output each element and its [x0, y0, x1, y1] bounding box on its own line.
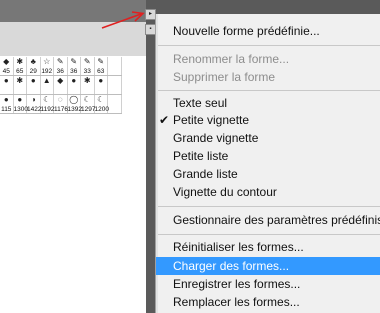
- menu-item-label: Grande liste: [173, 167, 238, 181]
- brush-thumb[interactable]: ▲: [41, 76, 54, 94]
- brush-thumb[interactable]: ☾ 1192: [41, 95, 54, 113]
- brush-thumb[interactable]: [108, 95, 122, 113]
- brush-thumb[interactable]: ✱: [14, 76, 27, 94]
- brush-thumb[interactable]: ☾ 1200: [95, 95, 109, 113]
- menu-item-large-thumbnail[interactable]: Grande vignette: [156, 129, 380, 147]
- menu-item-new-preset[interactable]: Nouvelle forme prédéfinie...: [156, 22, 380, 40]
- menu-item-large-list[interactable]: Grande liste: [156, 165, 380, 183]
- menu-separator: [158, 206, 380, 207]
- annotation-arrow: [101, 11, 145, 29]
- menu-item-reset-shapes[interactable]: Réinitialiser les formes...: [156, 238, 380, 256]
- brush-thumb[interactable]: ✎ 63: [95, 57, 108, 75]
- menu-item-load-shapes[interactable]: Charger des formes...: [156, 257, 380, 275]
- brush-thumb[interactable]: ●: [27, 76, 41, 94]
- brush-thumb[interactable]: ◯ 1392: [68, 95, 82, 113]
- menu-item-label: Texte seul: [173, 96, 228, 110]
- menu-item-save-shapes[interactable]: Enregistrer les formes...: [156, 275, 380, 293]
- brush-thumb[interactable]: ✎ 33: [81, 57, 95, 75]
- menu-item-label: Gestionnaire des paramètres prédéfinis: [173, 213, 380, 227]
- brush-thumb[interactable]: ●: [0, 76, 14, 94]
- menu-item-small-thumbnail[interactable]: ✔ Petite vignette: [156, 111, 380, 129]
- brush-thumb[interactable]: ♣ 29: [27, 57, 41, 75]
- menu-item-label: Charger des formes...: [173, 259, 290, 273]
- menu-item-small-list[interactable]: Petite liste: [156, 147, 380, 165]
- menu-item-label: Enregistrer les formes...: [173, 277, 301, 291]
- panel-blank-area: [122, 57, 146, 313]
- brush-thumb[interactable]: [108, 57, 122, 75]
- menu-separator: [158, 234, 380, 235]
- checkmark-icon: ✔: [159, 113, 170, 127]
- brush-thumb[interactable]: ✱: [81, 76, 95, 94]
- menu-item-text-only[interactable]: Texte seul: [156, 94, 380, 112]
- brush-thumb[interactable]: ✱ 65: [14, 57, 27, 75]
- brush-thumb[interactable]: ☆ 192: [41, 57, 54, 75]
- menu-item-stroke-thumbnail[interactable]: Vignette du contour: [156, 183, 380, 201]
- brush-thumb[interactable]: ◆: [54, 76, 68, 94]
- menu-item-label: Réinitialiser les formes...: [173, 240, 304, 254]
- brush-grid: ◆ 45 ✱ 65 ♣ 29 ☆ 192 ✎ 36 ✎ 36 ✎ 33 ✎ 63 ● ✱ ● ▲…: [0, 57, 122, 114]
- menu-item-label: Nouvelle forme prédéfinie...: [173, 24, 320, 38]
- brush-row: ● ✱ ● ▲ ◆ ● ✱ ●: [0, 76, 122, 95]
- menu-item-replace-shapes[interactable]: Remplacer les formes...: [156, 293, 380, 311]
- panel-context-menu: Nouvelle forme prédéfinie... Renommer la…: [155, 14, 380, 313]
- menu-item-label: Renommer la forme...: [173, 52, 290, 66]
- menu-item-label: Remplacer les formes...: [173, 295, 300, 309]
- menu-item-label: Vignette du contour: [173, 185, 277, 199]
- menu-item-delete[interactable]: Supprimer la forme: [156, 68, 380, 86]
- brush-thumb[interactable]: ●: [95, 76, 108, 94]
- shape-panel: ◆ 45 ✱ 65 ♣ 29 ☆ 192 ✎ 36 ✎ 36 ✎ 33 ✎ 63 ● ✱ ● ▲…: [0, 0, 146, 313]
- brush-row: ◆ 45 ✱ 65 ♣ 29 ☆ 192 ✎ 36 ✎ 36 ✎ 33 ✎ 63: [0, 57, 122, 76]
- menu-item-preset-manager[interactable]: Gestionnaire des paramètres prédéfinis: [156, 211, 380, 229]
- brush-thumb[interactable]: [108, 76, 122, 94]
- brush-row: ● 115 ● 1300 ◑ 1422 ☾ 1192 ◌ 1176 ◯ 1392 ☾ 1297…: [0, 95, 122, 114]
- brush-thumb[interactable]: ✎ 36: [54, 57, 68, 75]
- menu-separator: [158, 45, 380, 46]
- brush-thumb[interactable]: ● 1300: [14, 95, 28, 113]
- brush-thumb[interactable]: ●: [68, 76, 81, 94]
- brush-thumb[interactable]: ◆ 45: [0, 57, 14, 75]
- menu-item-rename[interactable]: Renommer la forme...: [156, 50, 380, 68]
- menu-item-label: Supprimer la forme: [173, 70, 276, 84]
- menu-separator: [158, 90, 380, 91]
- brush-thumb[interactable]: ☾ 1297: [81, 95, 95, 113]
- brush-thumb[interactable]: ◑ 1422: [27, 95, 41, 113]
- menu-item-label: Petite vignette: [173, 113, 250, 127]
- menu-item-label: Grande vignette: [173, 131, 259, 145]
- brush-thumb[interactable]: ◌ 1176: [54, 95, 68, 113]
- brush-thumb[interactable]: ✎ 36: [68, 57, 81, 75]
- menu-item-label: Petite liste: [173, 149, 229, 163]
- brush-thumb[interactable]: ● 115: [0, 95, 14, 113]
